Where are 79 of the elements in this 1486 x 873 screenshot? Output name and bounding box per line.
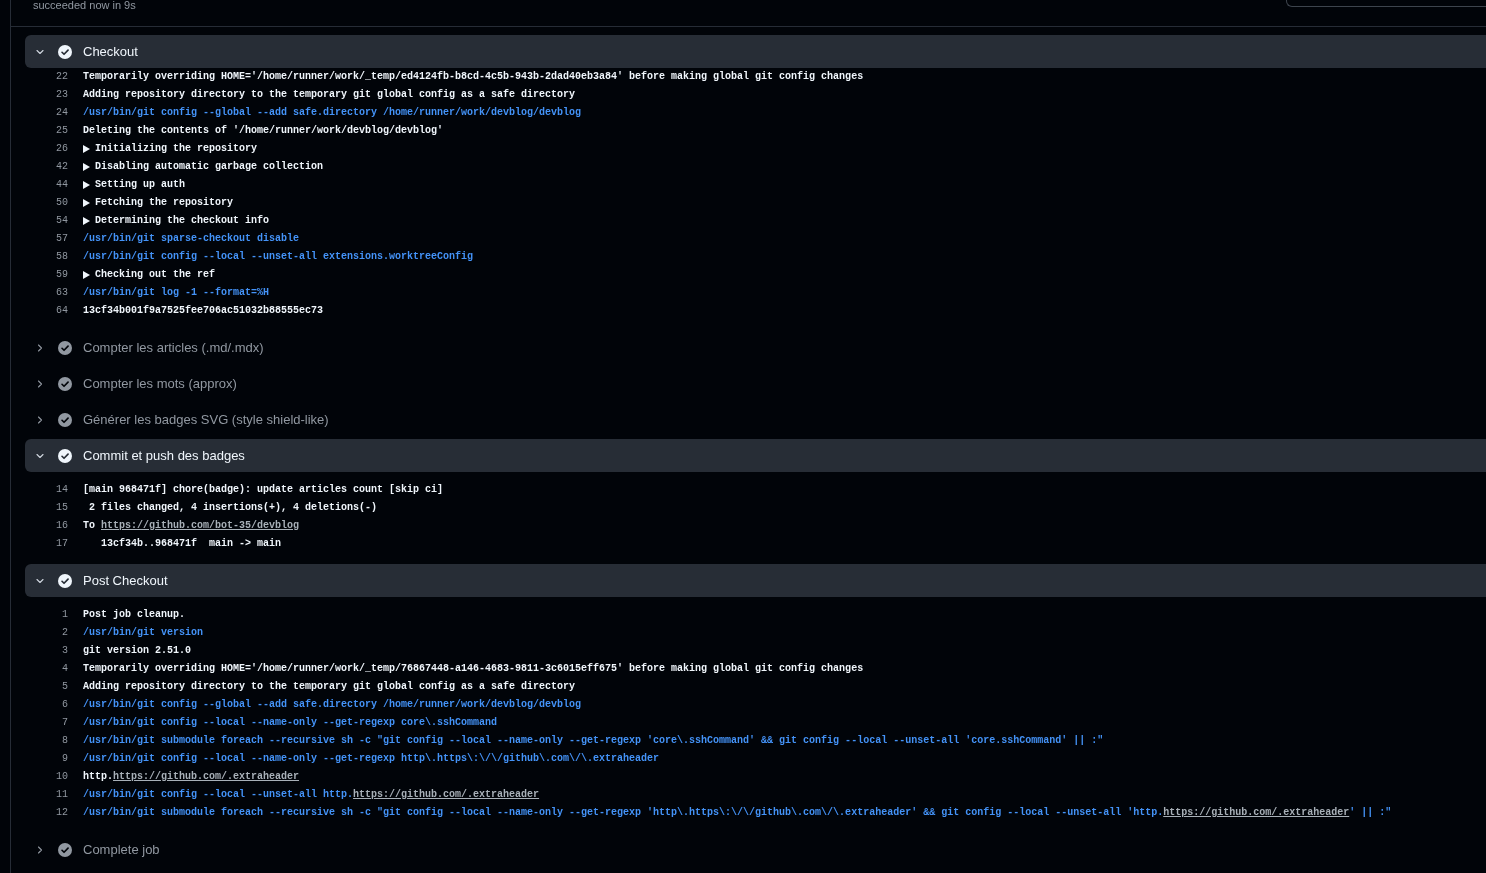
log-text: Setting up auth xyxy=(95,178,185,192)
line-number: 44 xyxy=(55,178,68,192)
triangle-icon[interactable] xyxy=(83,181,90,189)
triangle-icon[interactable] xyxy=(83,217,90,225)
status-text: succeeded now in 9s xyxy=(32,0,136,11)
line-number: 25 xyxy=(55,124,68,138)
log-link[interactable]: https://github.com/.extraheader xyxy=(1163,807,1350,818)
log-text: /usr/bin/git config --local --unset-all http.https://github.com/.extraheader xyxy=(83,788,540,802)
log-text: Checking out the ref xyxy=(95,268,216,282)
step-header[interactable]: Post Checkout xyxy=(25,564,1486,597)
step-header[interactable]: Générer les badges SVG (style shield-like) xyxy=(25,403,1486,436)
log-text: /usr/bin/git config --local --name-only --get-regexp http\.https\:\/\/github\.com\/\.extraheader xyxy=(83,752,660,766)
log-text: /usr/bin/git submodule foreach --recursive sh -c "git config --local --name-only --get-regexp 'http\.https\:\/\/github\.com\/\.extraheader' && git config --local --unset-all 'http.https://github.com/.extraheader' || :" xyxy=(83,806,1392,820)
log-text: Temporarily overriding HOME='/home/runner/work/_temp/76867448-a146-4683-9811-3c6015eff675' before making global git config changes xyxy=(83,662,864,676)
step-header[interactable]: Complete job xyxy=(25,833,1486,866)
log-text: /usr/bin/git config --local --name-only --get-regexp core\.sshCommand xyxy=(83,716,498,730)
log-text: Deleting the contents of '/home/runner/work/devblog/devblog' xyxy=(83,124,444,138)
line-number: 54 xyxy=(55,214,68,228)
line-number: 6 xyxy=(61,698,68,712)
log-text: Adding repository directory to the temporary git global config as a safe directory xyxy=(83,680,576,694)
log-text: /usr/bin/git version xyxy=(83,626,204,640)
line-number: 22 xyxy=(55,70,68,84)
line-number: 57 xyxy=(55,232,68,246)
triangle-icon[interactable] xyxy=(83,271,90,279)
log-text: /usr/bin/git submodule foreach --recursive sh -c "git config --local --name-only --get-regexp 'core\.sshCommand' && git config --local --unset-all 'core.sshCommand' || :" xyxy=(83,734,1104,748)
line-number: 10 xyxy=(55,770,68,784)
log-text: Initializing the repository xyxy=(95,142,258,156)
line-number: 3 xyxy=(61,644,68,658)
line-number: 11 xyxy=(55,788,68,802)
line-number: 14 xyxy=(55,483,68,497)
log-text: /usr/bin/git config --global --add safe.directory /home/runner/work/devblog/devblog xyxy=(83,106,582,120)
log-text: /usr/bin/git config --local --unset-all extensions.worktreeConfig xyxy=(83,250,474,264)
log-text: Adding repository directory to the temporary git global config as a safe directory xyxy=(83,88,576,102)
line-number: 42 xyxy=(55,160,68,174)
line-number: 5 xyxy=(61,680,68,694)
log-text: 13cf34b001f9a7525fee706ac51032b88555ec73 xyxy=(83,304,324,318)
log-link[interactable]: https://github.com/.extraheader xyxy=(353,789,540,800)
line-number: 17 xyxy=(55,537,68,551)
log-text: Temporarily overriding HOME='/home/runner/work/_temp/ed4124fb-b8cd-4c5b-943b-2dad40eb3a84' before making global git config changes xyxy=(83,70,864,84)
line-number: 63 xyxy=(55,286,68,300)
log-text: http.https://github.com/.extraheader xyxy=(83,770,300,784)
line-number: 15 xyxy=(55,501,68,515)
log-text: Post job cleanup. xyxy=(83,608,186,622)
log-text: To https://github.com/bot-35/devblog xyxy=(83,519,300,533)
log-text: git version 2.51.0 xyxy=(83,644,192,658)
log-link[interactable]: https://github.com/.extraheader xyxy=(113,771,300,782)
line-number: 23 xyxy=(55,88,68,102)
log-text: /usr/bin/git sparse-checkout disable xyxy=(83,232,300,246)
log-text: Determining the checkout info xyxy=(95,214,270,228)
line-number: 8 xyxy=(61,734,68,748)
log-text: 13cf34b..968471f main -> main xyxy=(100,537,282,551)
line-number: 7 xyxy=(61,716,68,730)
triangle-icon[interactable] xyxy=(83,163,90,171)
line-number: 16 xyxy=(55,519,68,533)
line-number: 24 xyxy=(55,106,68,120)
input-field[interactable] xyxy=(1286,0,1486,7)
step-header[interactable]: Commit et push des badges xyxy=(25,439,1486,472)
step-header[interactable]: Compter les articles (.md/.mdx) xyxy=(25,331,1486,364)
line-number: 50 xyxy=(55,196,68,210)
triangle-icon[interactable] xyxy=(83,145,90,153)
line-number: 58 xyxy=(55,250,68,264)
triangle-icon[interactable] xyxy=(83,199,90,207)
line-number: 4 xyxy=(61,662,68,676)
log-text: Disabling automatic garbage collection xyxy=(95,160,324,174)
line-number: 2 xyxy=(61,626,68,640)
line-number: 12 xyxy=(55,806,68,820)
log-link[interactable]: https://github.com/bot-35/devblog xyxy=(101,520,300,531)
log-text: /usr/bin/git log -1 --format=%H xyxy=(83,286,270,300)
log-text: [main 968471f] chore(badge): update articles count [skip ci] xyxy=(83,483,444,497)
line-number: 59 xyxy=(55,268,68,282)
log-text: Fetching the repository xyxy=(95,196,234,210)
step-header[interactable]: Compter les mots (approx) xyxy=(25,367,1486,400)
line-number: 9 xyxy=(61,752,68,766)
line-number: 26 xyxy=(55,142,68,156)
line-number: 64 xyxy=(55,304,68,318)
line-number: 1 xyxy=(61,608,68,622)
log-text: /usr/bin/git config --global --add safe.directory /home/runner/work/devblog/devblog xyxy=(83,698,582,712)
step-header[interactable]: Checkout xyxy=(25,35,1486,68)
log-text: 2 files changed, 4 insertions(+), 4 deletions(-) xyxy=(88,501,378,515)
